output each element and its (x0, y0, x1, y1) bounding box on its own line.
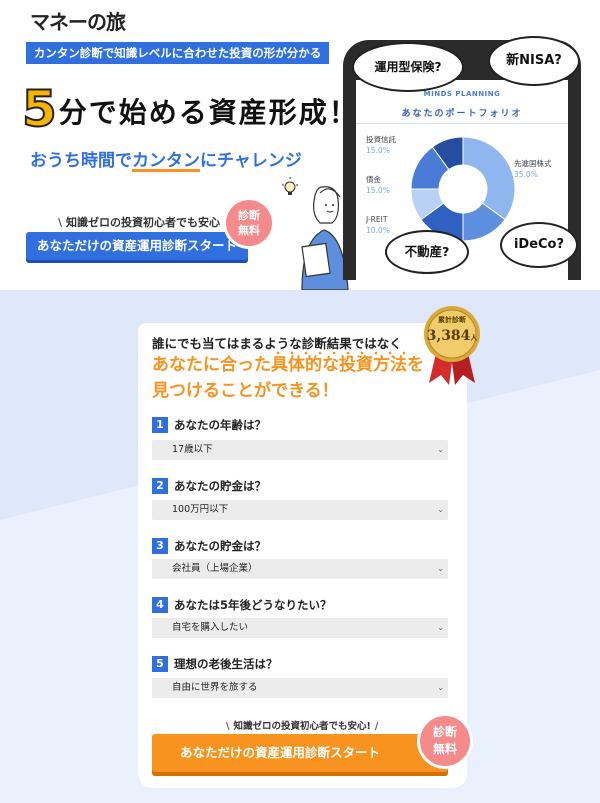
medal-label: 累計診断 (438, 316, 466, 324)
hero-free-badge: 診断 無料 (226, 200, 272, 246)
question-number: 4 (152, 597, 168, 613)
catch-part-c: を (407, 355, 424, 375)
headline-number: 5 (21, 79, 58, 139)
age-select[interactable]: 17歳以下 ⌄ (152, 440, 448, 460)
legend-item: J-REIT 10.0% (366, 215, 390, 235)
site-logo[interactable]: マネーの旅 (30, 6, 126, 35)
catch-part-a: あなたに合った (152, 355, 271, 375)
badge-line2: 無料 (432, 742, 457, 756)
hero-cta-note: 知識ゼロの投資初心者でも安心 (58, 214, 228, 230)
hero-headline: 5分で始める資産形成！ (21, 79, 359, 139)
question-number: 2 (152, 478, 168, 494)
subhead-highlight: カンタン (132, 151, 200, 171)
question-label: 5 理想の老後生活は？ (152, 656, 278, 672)
hero-banner: カンタン診断で知識レベルに合わせた投資の形が分かる (26, 42, 329, 64)
question-number: 1 (152, 417, 168, 433)
subhead-post: にチャレンジ (200, 151, 302, 171)
badge-line2: 無料 (238, 224, 260, 237)
portfolio-title: あなたのポートフォリオ (356, 104, 568, 124)
retirement-select[interactable]: 自由に世界を旅する ⌄ (152, 678, 448, 698)
question-number: 5 (152, 656, 168, 672)
question-label: 3 あなたの貯金は？ (152, 538, 266, 554)
card-start-diagnosis-button[interactable]: あなただけの資産運用診断スタート (152, 734, 448, 772)
chevron-down-icon: ⌄ (437, 623, 444, 632)
card-free-badge: 診断 無料 (420, 716, 470, 766)
chevron-down-icon: ⌄ (437, 564, 444, 573)
card-cta-note: 知識ゼロの投資初心者でも安心! (226, 718, 378, 732)
badge-line1: 診断 (238, 209, 260, 222)
subhead-pre: おうち時間で (30, 151, 132, 171)
occupation-select[interactable]: 会社員（上場企業） ⌄ (152, 559, 448, 579)
lightbulb-icon (282, 177, 298, 195)
catch-line2: 見つけることができる！ (152, 381, 339, 401)
headline-text: 分で始める資産形成！ (58, 96, 359, 129)
question-label: 4 あなたは5年後どうなりたい？ (152, 597, 332, 613)
badge-line1: 診断 (432, 725, 457, 739)
future-goal-select[interactable]: 自宅を購入したい ⌄ (152, 618, 448, 638)
card-catchcopy: あなたに合った具体的な投資方法を 見つけることができる！ (152, 351, 442, 404)
legend-item: 債金 15.0% (366, 175, 390, 195)
question-number: 3 (152, 538, 168, 554)
hero-subhead: おうち時間でカンタンにチャレンジ (30, 146, 302, 171)
legend-item: 投資信託 15.0% (366, 135, 396, 155)
bubble-real-estate: 不動産? (385, 230, 469, 274)
screen-brand: MINDS PLANNING (423, 90, 501, 98)
bubble-insurance: 運用型保険? (352, 42, 464, 92)
donut-slice (462, 136, 516, 221)
portfolio-donut-chart (410, 136, 516, 242)
bubble-nisa: 新NISA? (488, 36, 580, 86)
hero-start-diagnosis-button[interactable]: あなただけの資産運用診断スタート (26, 232, 248, 260)
question-label: 2 あなたの貯金は？ (152, 478, 266, 494)
chevron-down-icon: ⌄ (437, 445, 444, 454)
medal-badge: 累計診断 3,384人 (423, 305, 481, 385)
chevron-down-icon: ⌄ (437, 505, 444, 514)
card-heading: 誰にでも当てはまるような診断結果ではなく (152, 336, 402, 351)
legend-item: 先進国株式 35.0% (514, 159, 552, 179)
bubble-ideco: iDeCo? (500, 222, 578, 268)
catch-part-b: 具体的な投資方法 (271, 351, 407, 375)
medal-count: 3,384人 (426, 328, 478, 344)
savings-select[interactable]: 100万円以下 ⌄ (152, 500, 448, 520)
question-label: 1 あなたの年齢は？ (152, 417, 266, 433)
chevron-down-icon: ⌄ (437, 683, 444, 692)
